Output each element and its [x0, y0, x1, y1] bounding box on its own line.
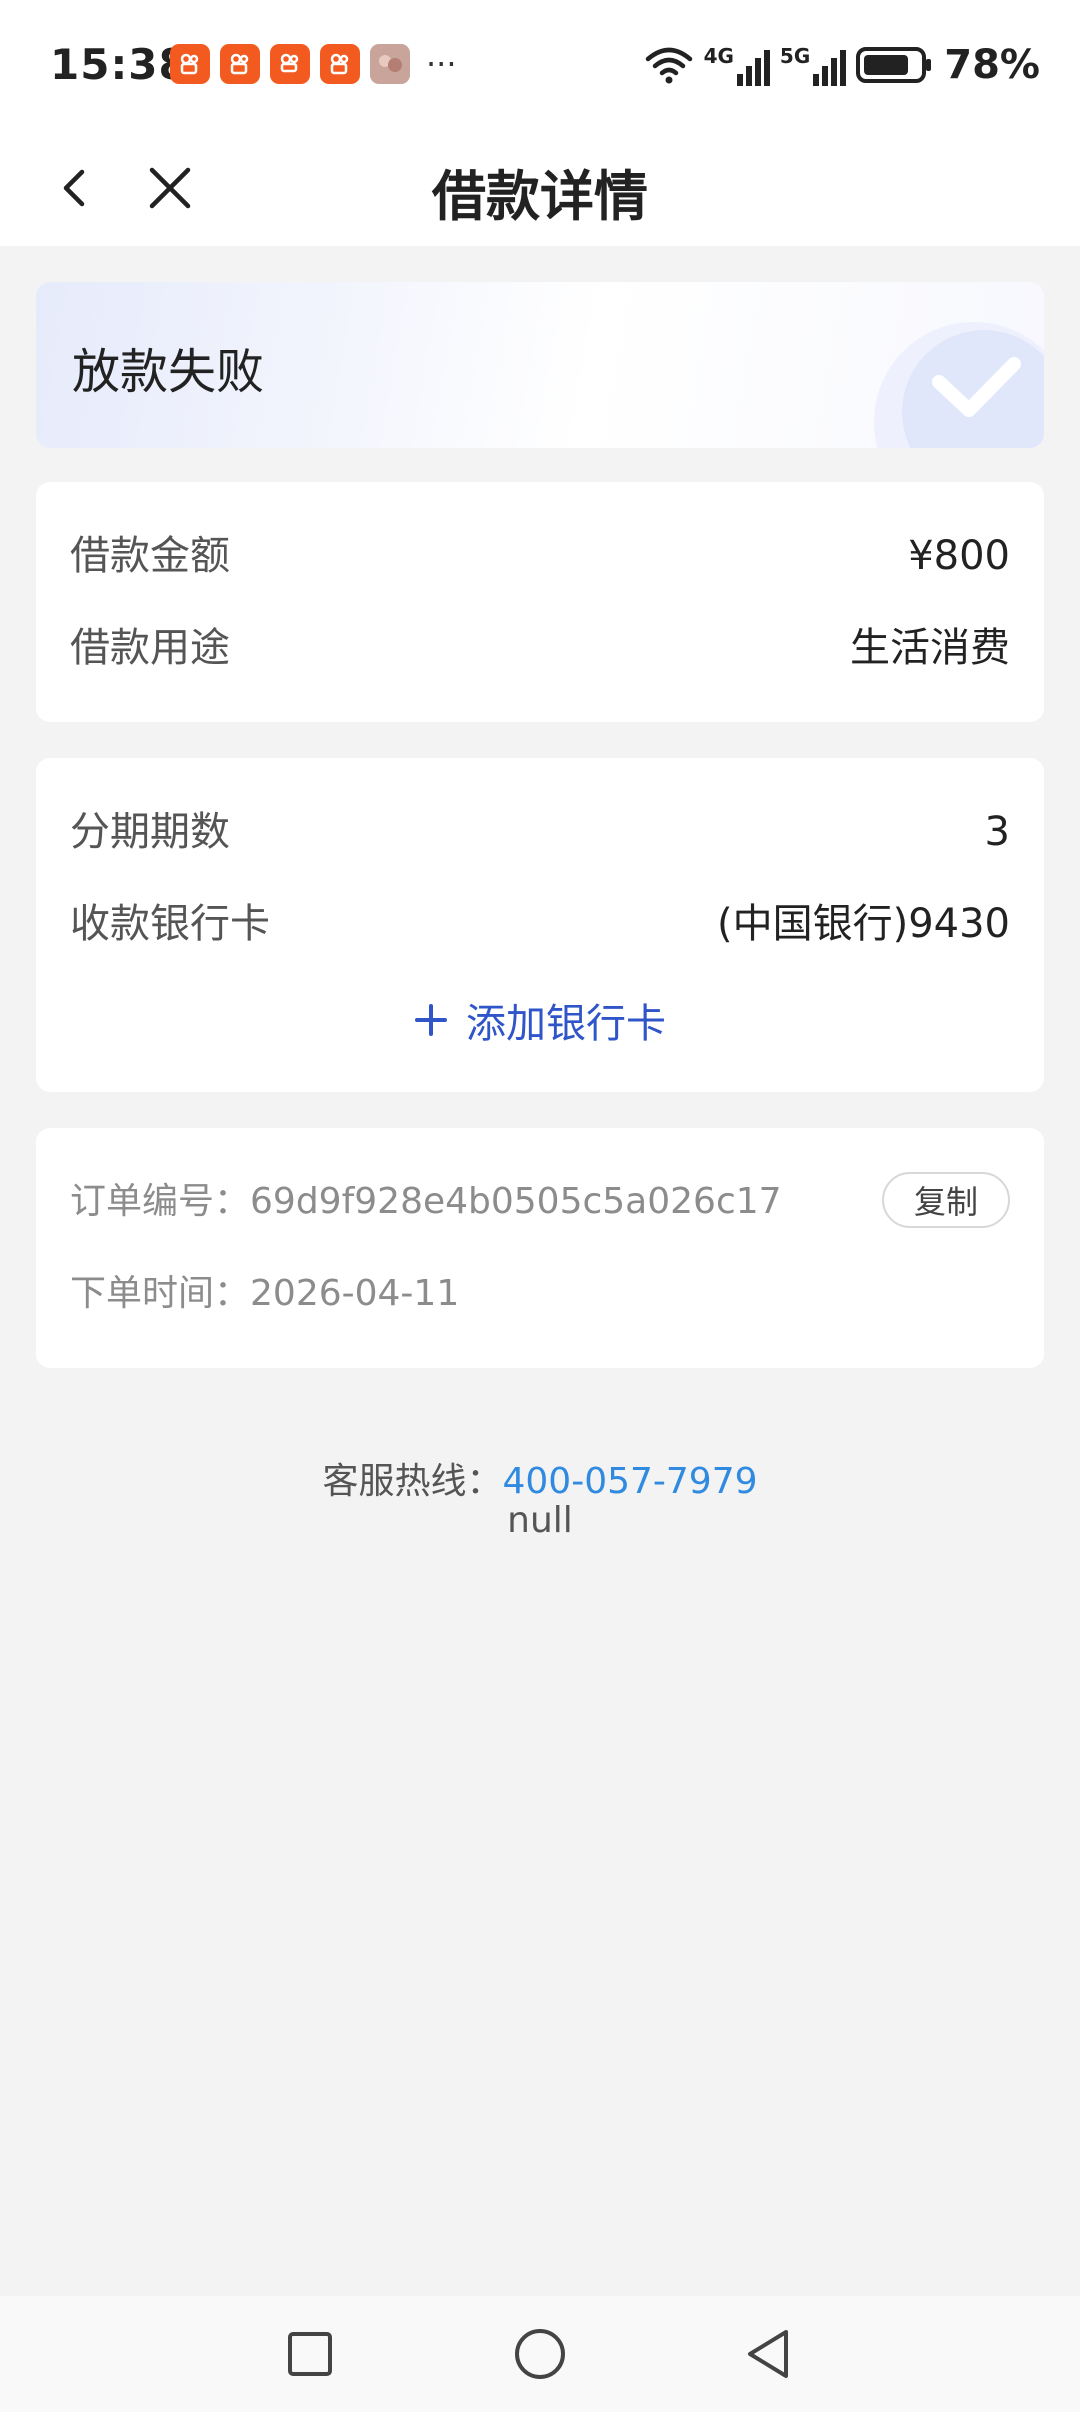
bank-card-value: (中国银行)9430 — [716, 901, 1010, 947]
network-label-5g: 5G — [779, 44, 811, 68]
wifi-icon — [645, 47, 692, 84]
order-time-value: 2026-04-11 — [250, 1273, 460, 1314]
photo-notification-icon — [370, 44, 410, 84]
square-icon — [288, 2332, 332, 2376]
bank-card-row: 收款银行卡 (中国银行)9430 — [70, 894, 1010, 954]
order-time-row: 下单时间：2026-04-11 — [70, 1264, 459, 1324]
hotline-label: 客服热线： — [322, 1461, 503, 1502]
hotline-phone-link[interactable]: 400-057-7979 — [502, 1461, 757, 1502]
kuaishou-lite-app-icon — [270, 44, 310, 84]
kuaishou-app-icon — [220, 44, 260, 84]
loan-purpose-value: 生活消费 — [850, 625, 1010, 671]
installments-value: 3 — [984, 809, 1010, 855]
loan-status-text: 放款失败 — [72, 344, 265, 400]
order-number-row: 订单编号：69d9f928e4b0505c5a026c17 — [70, 1172, 782, 1232]
status-icons: 4G 5G 78% — [644, 42, 1040, 88]
status-bar: 15:38 ··· 4G 5G 78% — [0, 0, 1080, 130]
loan-status-card: 放款失败 — [36, 282, 1044, 448]
system-nav-bar — [0, 2296, 1080, 2412]
loan-purpose-label: 借款用途 — [70, 625, 230, 671]
notification-icons: ··· — [170, 44, 457, 84]
installments-row: 分期期数 3 — [70, 802, 1010, 862]
copy-order-button[interactable]: 复制 — [882, 1172, 1010, 1228]
check-badge-icon — [874, 322, 1044, 448]
hotline-extra-text: null — [507, 1500, 573, 1541]
customer-service-hotline: 客服热线：400-057-7979 — [0, 1452, 1080, 1504]
add-bank-card-button[interactable]: 添加银行卡 — [36, 990, 1044, 1050]
order-info-card: 订单编号：69d9f928e4b0505c5a026c17 复制 下单时间：20… — [36, 1128, 1044, 1368]
battery-percent: 78% — [944, 42, 1040, 88]
loan-purpose-row: 借款用途 生活消费 — [70, 618, 1010, 678]
status-time: 15:38 — [50, 40, 189, 89]
order-number-value: 69d9f928e4b0505c5a026c17 — [250, 1181, 782, 1222]
order-number-label: 订单编号： — [70, 1181, 251, 1222]
page-title: 借款详情 — [432, 165, 648, 228]
order-time-label: 下单时间： — [70, 1273, 251, 1314]
network-label-4g: 4G — [703, 44, 734, 68]
battery-icon — [856, 47, 932, 83]
home-button[interactable] — [510, 2324, 570, 2384]
installments-label: 分期期数 — [70, 809, 230, 855]
kuaishou-app-icon — [320, 44, 360, 84]
signal-4g-icon: 4G — [704, 44, 770, 86]
loan-amount-value: ¥800 — [908, 533, 1010, 579]
kuaishou-app-icon — [170, 44, 210, 84]
loan-amount-label: 借款金额 — [70, 533, 230, 579]
signal-5g-icon: 5G — [779, 44, 847, 86]
more-notifications-indicator: ··· — [426, 45, 457, 83]
loan-info-card: 借款金额 ¥800 借款用途 生活消费 — [36, 482, 1044, 722]
triangle-back-icon — [748, 2330, 788, 2378]
header: 借款详情 — [0, 130, 1080, 246]
bank-card-label: 收款银行卡 — [70, 901, 270, 947]
circle-icon — [515, 2329, 565, 2379]
back-nav-button[interactable] — [740, 2324, 800, 2384]
recent-apps-button[interactable] — [280, 2324, 340, 2384]
plus-icon — [415, 1004, 447, 1036]
loan-amount-row: 借款金额 ¥800 — [70, 526, 1010, 586]
bank-info-card: 分期期数 3 收款银行卡 (中国银行)9430 添加银行卡 — [36, 758, 1044, 1092]
add-bank-card-label: 添加银行卡 — [466, 1001, 666, 1047]
